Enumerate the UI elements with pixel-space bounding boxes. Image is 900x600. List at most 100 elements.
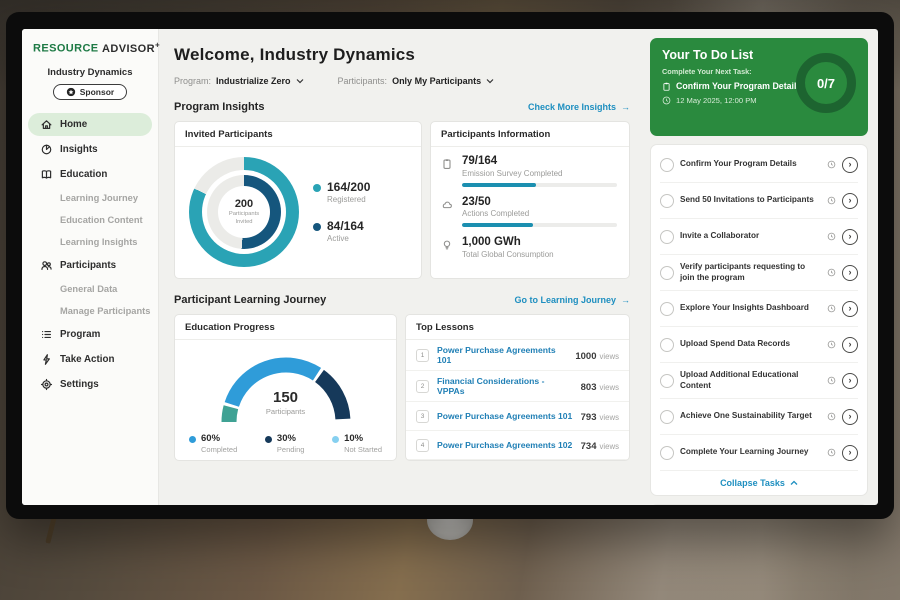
task-checkbox[interactable] — [660, 302, 674, 316]
lesson-row[interactable]: 1Power Purchase Agreements 1011000views — [406, 340, 629, 371]
invited-participants-donut-chart: 200 Participants Invited — [189, 157, 299, 267]
progress-bar-fill — [462, 183, 536, 187]
lesson-link[interactable]: Power Purchase Agreements 101 — [437, 345, 567, 365]
sidebar-item-home[interactable]: Home — [28, 113, 152, 136]
filter-bar: Program: Industrialize Zero Participants… — [174, 76, 630, 86]
task-row-achieve-one-sustainability-target[interactable]: Achieve One Sustainability Target› — [660, 399, 858, 435]
lesson-row[interactable]: 4Power Purchase Agreements 102734views — [406, 431, 629, 460]
task-open-button[interactable]: › — [842, 229, 858, 245]
program-icon — [40, 328, 53, 341]
participants-information-body: 79/164Emission Survey Completed23/50Acti… — [431, 147, 629, 259]
sidebar-item-learning-insights[interactable]: Learning Insights — [28, 232, 152, 252]
task-open-button[interactable]: › — [842, 193, 858, 209]
sidebar-item-insights[interactable]: Insights — [28, 138, 152, 161]
task-checkbox[interactable] — [660, 446, 674, 460]
task-label: Send 50 Invitations to Participants — [680, 195, 821, 206]
gauge-legend-item: 30%Pending — [265, 434, 305, 454]
task-row-upload-spend-data-records[interactable]: Upload Spend Data Records› — [660, 327, 858, 363]
lesson-link[interactable]: Power Purchase Agreements 102 — [437, 440, 573, 450]
recent-news-card: Recent News — [650, 504, 868, 505]
program-insights-title: Program Insights — [174, 101, 264, 113]
todo-progress-ring: 0/7 — [796, 53, 856, 113]
task-checkbox[interactable] — [660, 158, 674, 172]
task-row-invite-a-collaborator[interactable]: Invite a Collaborator› — [660, 219, 858, 255]
sidebar-item-label: Learning Insights — [60, 237, 137, 247]
task-row-explore-your-insights-dashboard[interactable]: Explore Your Insights Dashboard › — [660, 291, 858, 327]
task-open-button[interactable]: › — [842, 265, 858, 281]
legend-dot-icon — [189, 436, 196, 443]
learning-cards-row: Education Progress 150 Participants 60%C… — [174, 314, 630, 461]
program-filter-value: Industrialize Zero — [216, 76, 291, 86]
lesson-views: 1000views — [575, 346, 619, 364]
lesson-link[interactable]: Financial Considerations - VPPAs — [437, 376, 573, 396]
sidebar-item-learning-journey[interactable]: Learning Journey — [28, 188, 152, 208]
donut-center-label: Participants Invited — [222, 211, 266, 226]
participants-filter[interactable]: Participants: Only My Participants — [338, 76, 495, 86]
info-label: Actions Completed — [462, 209, 617, 218]
lesson-row[interactable]: 2Financial Considerations - VPPAs803view… — [406, 371, 629, 402]
task-checkbox[interactable] — [660, 266, 674, 280]
task-row-send-50-invitations-to-participants[interactable]: Send 50 Invitations to Participants › — [660, 183, 858, 219]
gauge-legend-pct: 10% — [344, 434, 382, 444]
program-filter-label: Program: — [174, 76, 211, 86]
lesson-views: 793views — [581, 407, 619, 425]
todo-due-label: 12 May 2025, 12:00 PM — [676, 96, 757, 105]
gauge-legend-item: 10%Not Started — [332, 434, 382, 454]
sidebar-item-education[interactable]: Education — [28, 163, 152, 186]
sidebar-item-general-data[interactable]: General Data — [28, 279, 152, 299]
check-more-insights-link[interactable]: Check More Insights → — [528, 102, 630, 112]
task-checkbox[interactable] — [660, 338, 674, 352]
legend-dot-icon — [265, 436, 272, 443]
sidebar: RESOURCE ADVISOR+ Industry Dynamics Spon… — [22, 29, 159, 505]
task-open-button[interactable]: › — [842, 373, 858, 389]
task-row-upload-additional-educational-content[interactable]: Upload Additional Educational Content› — [660, 363, 858, 399]
go-to-learning-journey-link[interactable]: Go to Learning Journey → — [514, 295, 630, 305]
info-label: Total Global Consumption — [462, 250, 617, 259]
task-open-button[interactable]: › — [842, 301, 858, 317]
task-checkbox[interactable] — [660, 230, 674, 244]
gauge-legend-text: 30%Pending — [277, 434, 305, 454]
task-open-button[interactable]: › — [842, 157, 858, 173]
donut-legend-label: Active — [327, 234, 364, 243]
gauge-legend-label: Completed — [201, 445, 237, 454]
task-row-verify-participants-requesting-to-join-the-program[interactable]: Verify participants requesting to join t… — [660, 255, 858, 291]
lesson-rank: 3 — [416, 410, 429, 423]
donut-center-value: 200 — [235, 198, 253, 210]
sidebar-item-program[interactable]: Program — [28, 323, 152, 346]
lesson-row[interactable]: 3 Power Purchase Agreements 101 793views — [406, 402, 629, 431]
task-checkbox[interactable] — [660, 374, 674, 388]
chevron-down-icon — [296, 77, 304, 85]
task-open-button[interactable]: › — [842, 337, 858, 353]
sidebar-item-education-content[interactable]: Education Content — [28, 210, 152, 230]
insights-cards-row: Invited Participants 200 Participants In… — [174, 121, 630, 279]
sidebar-item-settings[interactable]: Settings — [28, 373, 152, 396]
program-filter[interactable]: Program: Industrialize Zero — [174, 76, 304, 86]
progress-bar-fill — [462, 223, 533, 227]
task-row-confirm-your-program-details[interactable]: Confirm Your Program Details› — [660, 147, 858, 183]
gauge-legend-text: 60%Completed — [201, 434, 237, 454]
sidebar-item-participants[interactable]: Participants — [28, 254, 152, 277]
lesson-link[interactable]: Power Purchase Agreements 101 — [437, 411, 573, 421]
collapse-tasks-link[interactable]: Collapse Tasks — [660, 471, 858, 491]
sidebar-item-take-action[interactable]: Take Action — [28, 348, 152, 371]
task-open-button[interactable]: › — [842, 445, 858, 461]
task-label: Explore Your Insights Dashboard — [680, 303, 821, 314]
clock-small-icon — [827, 448, 836, 457]
todo-panel: Your To Do List Complete Your Next Task:… — [642, 29, 878, 505]
sidebar-item-manage-participants[interactable]: Manage Participants — [28, 301, 152, 321]
desk-scene: RESOURCE ADVISOR+ Industry Dynamics Spon… — [0, 0, 900, 600]
take-action-icon — [40, 353, 53, 366]
lesson-row[interactable]: 5Power Purchase Agreements 103600views — [406, 460, 629, 461]
arrow-right-icon: → — [621, 295, 630, 305]
task-row-complete-your-learning-journey[interactable]: Complete Your Learning Journey› — [660, 435, 858, 471]
arrow-right-icon: → — [621, 102, 630, 112]
dashboard-screen: RESOURCE ADVISOR+ Industry Dynamics Spon… — [22, 29, 878, 505]
sidebar-item-label: Manage Participants — [60, 306, 150, 316]
sponsor-badge[interactable]: Sponsor — [53, 84, 127, 100]
invited-participants-title: Invited Participants — [175, 122, 421, 147]
task-open-button[interactable]: › — [842, 409, 858, 425]
task-checkbox[interactable] — [660, 410, 674, 424]
chevron-up-icon — [790, 479, 798, 487]
task-checkbox[interactable] — [660, 194, 674, 208]
gauge-center-value: 150 — [211, 390, 361, 405]
